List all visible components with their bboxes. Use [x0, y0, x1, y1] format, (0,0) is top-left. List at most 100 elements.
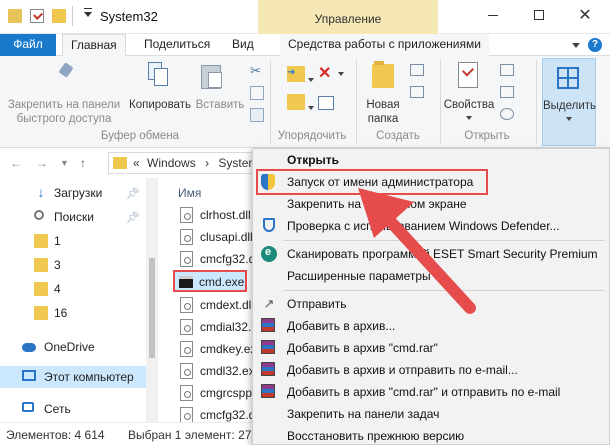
new-item-icon[interactable] — [410, 64, 424, 76]
address-path: « Windows › Syster — [133, 156, 252, 170]
forward-icon[interactable]: → — [36, 156, 48, 170]
nav-scrollbar[interactable] — [146, 178, 158, 422]
navigation-pane: ↓ Загрузки 📌︎ Поиски 📌︎ 1 3 4 16 OneDriv… — [0, 178, 158, 422]
nav-item-this-pc[interactable]: Этот компьютер — [0, 366, 146, 388]
separator — [72, 6, 73, 26]
nav-item-network[interactable]: Сеть — [0, 398, 146, 420]
pin-label-line2: быстрого доступа — [16, 113, 112, 125]
clipboard-group-label: Буфер обмена — [100, 130, 180, 142]
recent-dropdown-icon[interactable]: ▼ — [60, 158, 69, 168]
arrow-shaft — [374, 204, 476, 314]
pin-icon: 📌︎ — [126, 188, 140, 200]
edit-icon[interactable] — [500, 86, 514, 98]
paste-shortcut-icon[interactable] — [250, 108, 264, 122]
title-bar: System32 Управление ✕ — [0, 0, 610, 34]
breadcrumb-windows[interactable]: Windows — [147, 156, 196, 170]
menu-item-open[interactable]: Открыть — [253, 149, 609, 171]
computer-icon — [22, 370, 36, 381]
column-header-name[interactable]: Имя — [178, 186, 201, 200]
dll-file-icon — [180, 385, 193, 401]
new-folder-quick-icon[interactable] — [52, 9, 66, 23]
address-overflow[interactable]: « — [133, 156, 140, 170]
ribbon: Закрепить на панели быстрого доступа Коп… — [0, 56, 610, 148]
properties-quick-icon[interactable] — [30, 9, 44, 23]
copy-label: Копировать — [129, 99, 191, 111]
paste-icon — [200, 62, 222, 89]
tab-home[interactable]: Главная — [62, 34, 126, 57]
pin-icon: 📌︎ — [126, 212, 140, 224]
window-title: System32 — [100, 9, 158, 24]
group-separator — [536, 60, 537, 144]
select-button[interactable]: Выделить — [542, 58, 596, 146]
nav-item-label: OneDrive — [44, 340, 95, 354]
select-icon — [557, 67, 579, 89]
menu-item-label: Открыть — [287, 153, 340, 167]
nav-item-folder-3[interactable]: 3 — [0, 254, 150, 276]
move-to-icon[interactable] — [287, 66, 305, 82]
nav-item-label: Этот компьютер — [44, 370, 134, 384]
winrar-icon — [261, 384, 275, 398]
status-item-count: Элементов: 4 614 — [6, 428, 105, 442]
tab-view[interactable]: Вид — [224, 34, 262, 56]
rename-icon[interactable] — [318, 96, 334, 110]
ribbon-tabs: Файл Главная Поделиться Вид Средства раб… — [0, 34, 610, 57]
move-to-dropdown-icon[interactable] — [308, 78, 314, 82]
group-separator — [440, 60, 441, 144]
file-row-cmd-selected[interactable]: cmd.exe — [173, 270, 247, 292]
nav-item-label: Загрузки — [54, 186, 103, 200]
menu-item-archive-and-email[interactable]: Добавить в архив и отправить по e-mail..… — [253, 359, 609, 381]
minimize-button[interactable] — [470, 0, 516, 30]
nav-item-folder-4[interactable]: 4 — [0, 278, 150, 300]
copy-path-icon[interactable] — [250, 86, 264, 100]
help-icon[interactable]: ? — [588, 38, 602, 52]
cloud-icon — [22, 343, 36, 352]
contextual-tab-header: Управление — [258, 0, 438, 34]
nav-item-folder-16[interactable]: 16 — [0, 302, 150, 324]
up-icon[interactable]: ↑ — [80, 156, 86, 170]
maximize-icon — [534, 10, 544, 20]
menu-item-label: Восстановить прежнюю версию — [287, 429, 465, 443]
nav-item-searches[interactable]: Поиски 📌︎ — [0, 206, 150, 228]
console-icon — [179, 276, 193, 288]
dll-file-icon — [180, 319, 193, 335]
cut-icon[interactable]: ✂ — [250, 64, 264, 78]
nav-item-downloads[interactable]: ↓ Загрузки 📌︎ — [0, 182, 150, 204]
address-bar[interactable]: « Windows › Syster — [108, 152, 268, 174]
properties-dropdown-icon — [466, 116, 472, 120]
menu-item-label: Добавить в архив "cmd.rar" и отправить п… — [287, 385, 561, 399]
minimize-icon — [488, 14, 498, 16]
tab-app-tools[interactable]: Средства работы с приложениями — [280, 34, 489, 56]
maximize-button[interactable] — [516, 0, 562, 30]
tab-file[interactable]: Файл — [0, 34, 56, 56]
delete-dropdown-icon[interactable] — [338, 72, 344, 76]
menu-item-pin-to-taskbar[interactable]: Закрепить на панели задач — [253, 403, 609, 425]
delete-icon[interactable]: ✕ — [318, 66, 331, 82]
menu-item-label: Отправить — [287, 297, 347, 311]
menu-item-cmd-rar-and-email[interactable]: Добавить в архив "cmd.rar" и отправить п… — [253, 381, 609, 403]
back-icon[interactable]: ← — [10, 156, 22, 170]
winrar-icon — [261, 340, 275, 354]
easy-access-icon[interactable] — [410, 86, 424, 98]
ribbon-collapse-icon[interactable] — [572, 43, 580, 48]
defender-icon — [263, 218, 275, 232]
open-icon[interactable] — [500, 64, 514, 76]
tab-share[interactable]: Поделиться — [136, 34, 218, 56]
menu-item-add-to-cmd-rar[interactable]: Добавить в архив "cmd.rar" — [253, 337, 609, 359]
organize-group-label: Упорядочить — [277, 130, 347, 142]
nav-item-folder-1[interactable]: 1 — [0, 230, 150, 252]
file-name: cmd.exe — [199, 275, 245, 289]
breadcrumb-system32[interactable]: Syster — [218, 156, 252, 170]
customize-quick-access-icon[interactable] — [84, 8, 92, 17]
share-icon: ↗ — [263, 296, 275, 311]
close-button[interactable]: ✕ — [562, 0, 608, 30]
dll-file-icon — [180, 207, 193, 223]
winrar-icon — [261, 362, 275, 376]
copy-to-icon[interactable] — [287, 94, 305, 110]
copy-to-dropdown-icon[interactable] — [308, 106, 314, 110]
folder-icon — [113, 157, 127, 169]
breadcrumb-separator[interactable]: › — [205, 156, 209, 170]
menu-item-restore-previous[interactable]: Восстановить прежнюю версию — [253, 425, 609, 445]
history-icon[interactable] — [500, 108, 514, 120]
folder-icon — [34, 306, 48, 320]
nav-item-onedrive[interactable]: OneDrive — [0, 336, 146, 358]
